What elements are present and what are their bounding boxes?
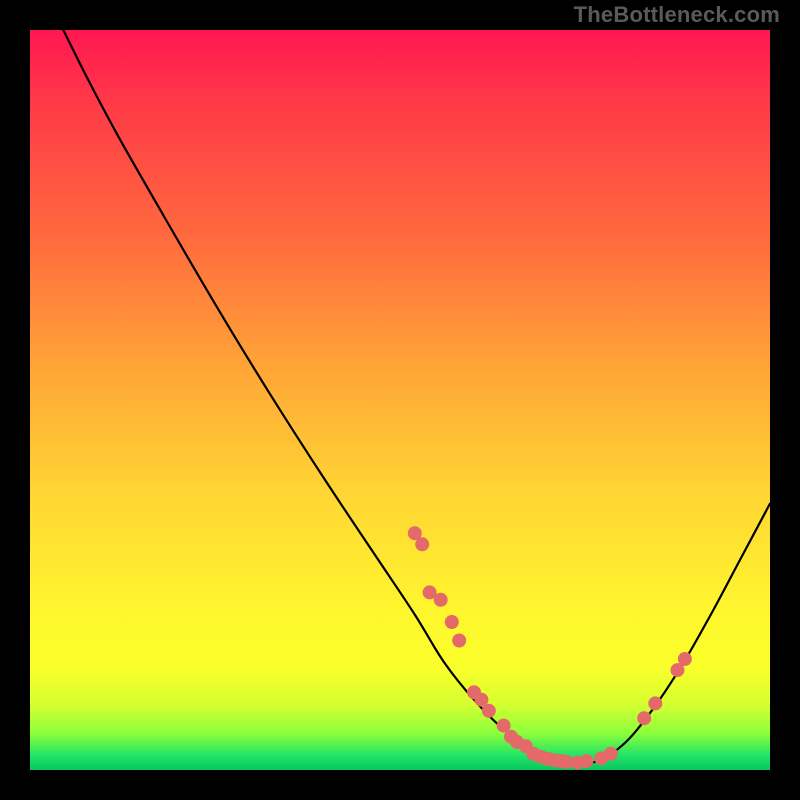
- data-dot: [637, 711, 651, 725]
- data-dot: [678, 652, 692, 666]
- data-dot: [482, 704, 496, 718]
- bottleneck-curve: [63, 30, 770, 764]
- data-dot: [580, 754, 594, 768]
- data-dot: [445, 615, 459, 629]
- plot-area: [30, 30, 770, 770]
- curve-layer: [30, 30, 770, 770]
- data-dot: [434, 593, 448, 607]
- data-dot: [604, 747, 618, 761]
- data-dot: [452, 634, 466, 648]
- data-dot: [415, 537, 429, 551]
- data-dots-group: [408, 526, 692, 769]
- chart-container: TheBottleneck.com: [0, 0, 800, 800]
- data-dot: [648, 696, 662, 710]
- watermark-text: TheBottleneck.com: [574, 2, 780, 28]
